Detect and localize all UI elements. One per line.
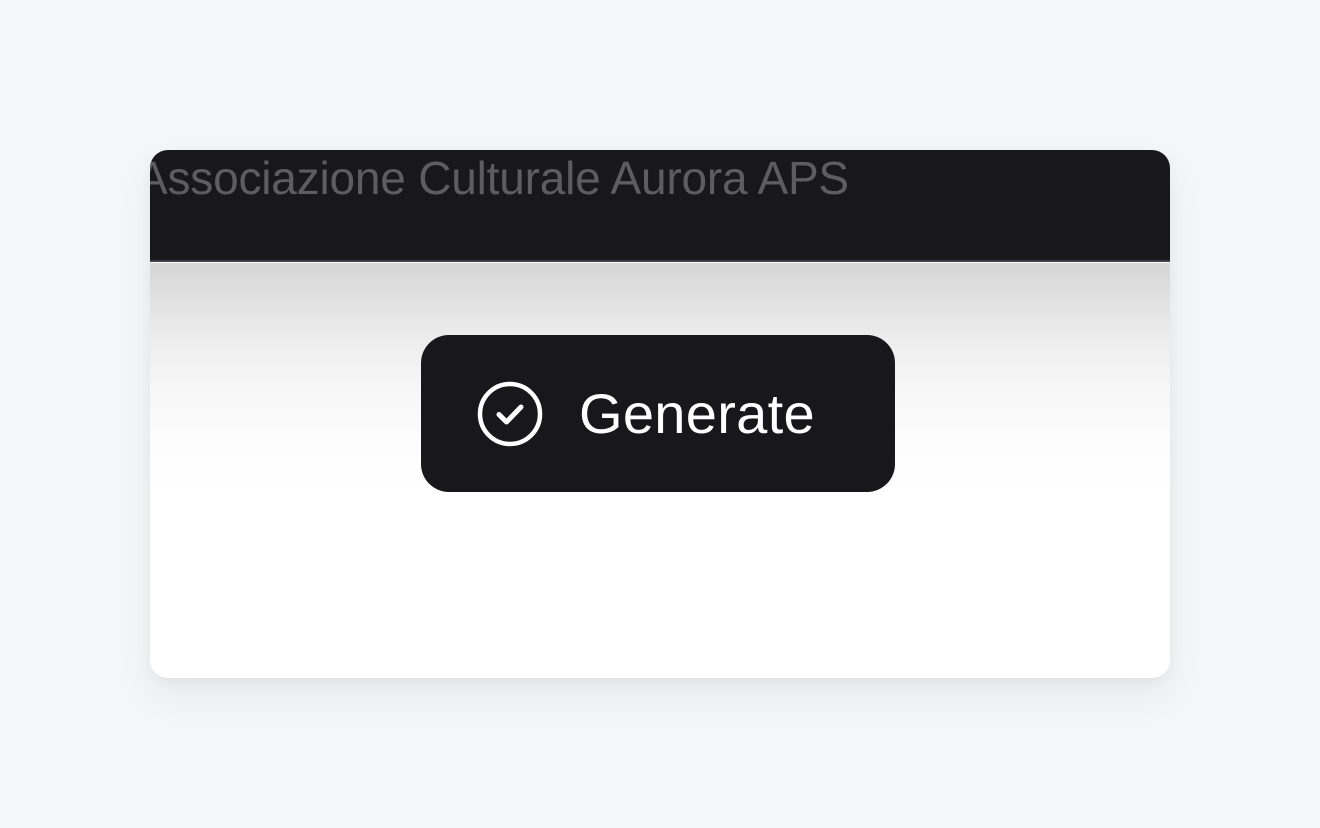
content-area: Generate [150, 263, 1170, 678]
check-circle-icon [477, 381, 543, 447]
generate-button[interactable]: Generate [421, 335, 895, 492]
dialog-card: Associazione Culturale Aurora APS Genera… [150, 150, 1170, 678]
header-bar: Associazione Culturale Aurora APS [150, 150, 1170, 262]
organization-name: Associazione Culturale Aurora APS [150, 152, 849, 204]
header-divider [150, 260, 1170, 262]
generate-label: Generate [579, 381, 815, 445]
